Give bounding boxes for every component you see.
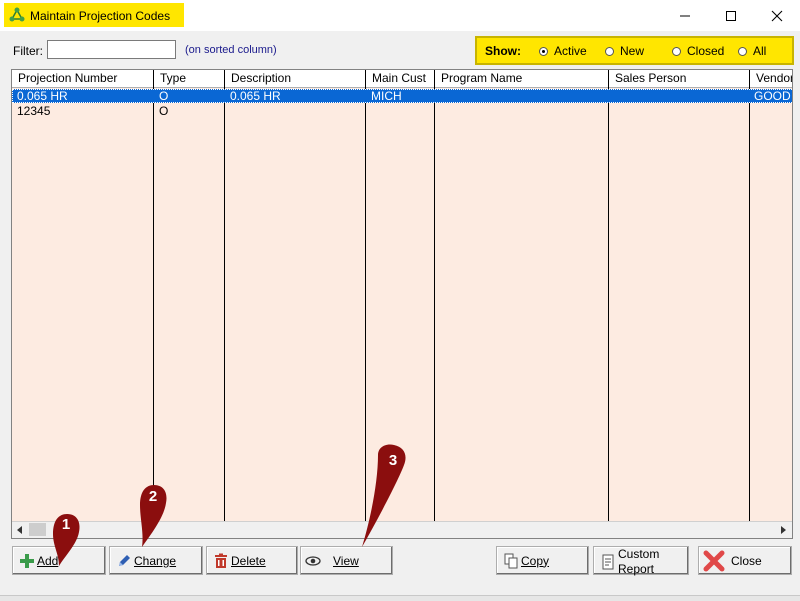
cell-type: O (159, 104, 169, 118)
maximize-icon (726, 10, 736, 21)
filter-input[interactable] (47, 40, 176, 59)
column-header-type[interactable]: Type (154, 70, 225, 87)
minimize-button[interactable] (662, 0, 708, 31)
maximize-button[interactable] (708, 0, 754, 31)
radio-selected-icon (539, 46, 548, 56)
column-header-projection-number[interactable]: Projection Number (12, 70, 154, 87)
callout-number: 1 (62, 516, 70, 533)
table-row[interactable]: 0.065 HR O 0.065 HR MICH GOOD (12, 89, 792, 103)
column-header-vendor[interactable]: Vendor (750, 70, 792, 87)
column-header-description[interactable]: Description (225, 70, 366, 87)
cell-program-name (435, 104, 609, 118)
show-label: Show: (485, 44, 521, 58)
column-header-main-cust[interactable]: Main Cust (366, 70, 435, 87)
custom-report-label-line2: Report (618, 562, 655, 576)
title-bar: Maintain Projection Codes (0, 0, 800, 31)
cell-sales-person (609, 104, 750, 118)
cell-sales-person (609, 89, 750, 103)
status-bar (0, 595, 800, 601)
column-header-sales-person[interactable]: Sales Person (609, 70, 750, 87)
table-row[interactable]: 12345 O (12, 104, 792, 118)
cell-description (225, 104, 366, 118)
copy-icon (504, 553, 518, 569)
close-button-label: Close (731, 553, 762, 568)
column-divider (608, 70, 609, 522)
copy-button-label: Copy (521, 553, 550, 568)
close-icon (771, 10, 783, 21)
radio-new[interactable]: New (605, 44, 644, 58)
scrollbar-thumb[interactable] (29, 523, 46, 536)
cell-projection-number: 12345 (17, 104, 51, 118)
callout-pin-1: 1 (53, 514, 80, 566)
cell-vendor (750, 104, 792, 118)
radio-active[interactable]: Active (539, 44, 587, 58)
custom-report-button[interactable]: Custom Report (593, 546, 689, 576)
column-divider (153, 70, 154, 522)
window-title: Maintain Projection Codes (30, 9, 171, 23)
cell-main-cust (366, 104, 435, 118)
close-button[interactable]: Close (698, 546, 792, 575)
column-divider (749, 70, 750, 522)
close-window-button[interactable] (754, 0, 800, 31)
column-divider (434, 70, 435, 522)
show-filter-group: Show: Active New Closed All (475, 36, 794, 65)
filter-hint: (on sorted column) (185, 44, 277, 56)
trash-icon (215, 553, 227, 568)
column-divider (224, 70, 225, 522)
delete-button[interactable]: Delete (206, 546, 298, 575)
copy-button[interactable]: Copy (496, 546, 589, 575)
scroll-left-button[interactable] (12, 522, 28, 538)
radio-unselected-icon (605, 46, 614, 56)
view-button-label: View (333, 553, 359, 568)
app-network-icon (9, 7, 25, 22)
filter-label: Filter: (13, 44, 43, 58)
cell-description: 0.065 HR (230, 89, 281, 103)
close-x-icon (703, 550, 725, 572)
column-header-program-name[interactable]: Program Name (435, 70, 609, 87)
cell-main-cust: MICH (371, 89, 402, 103)
cell-type: O (159, 89, 169, 103)
pencil-icon (119, 555, 130, 566)
minimize-icon (680, 15, 690, 16)
chevron-right-icon (781, 526, 786, 534)
cell-vendor: GOOD (754, 89, 791, 103)
eye-icon (305, 556, 321, 566)
chevron-left-icon (17, 526, 22, 534)
radio-all[interactable]: All (738, 44, 766, 58)
cell-projection-number: 0.065 HR (17, 89, 68, 103)
delete-button-label: Delete (231, 553, 266, 568)
radio-label: Active (554, 44, 587, 58)
radio-closed[interactable]: Closed (672, 44, 724, 58)
callout-number: 2 (149, 488, 157, 505)
radio-unselected-icon (738, 46, 747, 56)
callout-pin-3: 3 (362, 444, 406, 547)
callout-number: 3 (389, 452, 397, 469)
radio-label: All (753, 44, 767, 58)
radio-unselected-icon (672, 46, 681, 56)
custom-report-label-line1: Custom (618, 547, 660, 561)
cell-program-name (435, 89, 609, 103)
scroll-right-button[interactable] (775, 522, 791, 538)
radio-label: New (620, 44, 645, 58)
radio-label: Closed (687, 44, 725, 58)
change-button-label: Change (134, 553, 177, 568)
report-icon (602, 554, 614, 570)
plus-icon (20, 554, 34, 568)
grid-header: Projection Number Type Description Main … (12, 70, 792, 88)
callout-pin-2: 2 (140, 485, 167, 547)
